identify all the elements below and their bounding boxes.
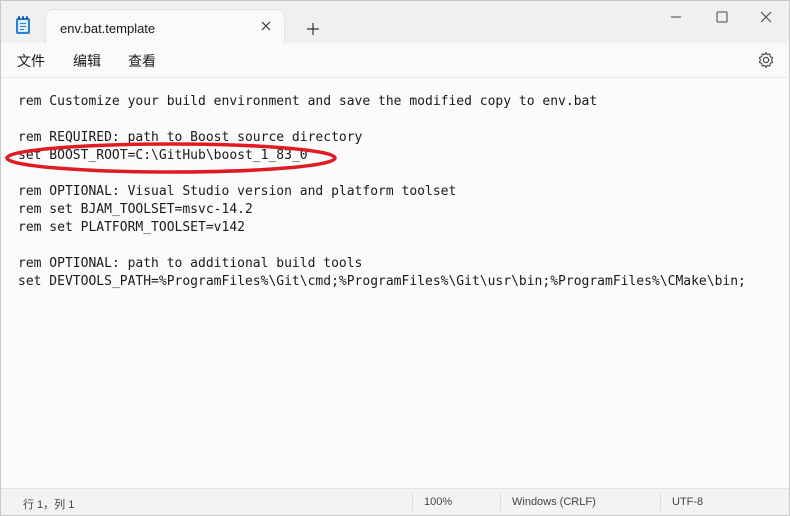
tab-env-bat-template[interactable]: env.bat.template — [45, 9, 285, 43]
editor-line: rem OPTIONAL: path to additional build t… — [18, 256, 363, 271]
editor-line: rem set PLATFORM_TOOLSET=v142 — [18, 220, 245, 235]
notepad-window: env.bat.template 文件 编辑 查看 rem Customize … — [0, 0, 790, 516]
close-icon[interactable] — [258, 18, 274, 34]
status-bar: 行 1，列 1 100% Windows (CRLF) UTF-8 — [1, 488, 789, 515]
editor-line: rem REQUIRED: path to Boost source direc… — [18, 130, 363, 145]
encoding: UTF-8 — [672, 496, 704, 508]
window-close-icon[interactable] — [743, 1, 789, 33]
editor-line: rem OPTIONAL: Visual Studio version and … — [18, 184, 457, 199]
minimize-icon[interactable] — [653, 1, 699, 33]
line-ending: Windows (CRLF) — [512, 496, 596, 508]
editor-line: rem Customize your build environment and… — [18, 94, 598, 109]
gear-icon[interactable] — [757, 51, 775, 69]
editor-line: set BOOST_ROOT=C:\GitHub\boost_1_83_0 — [18, 148, 308, 163]
title-bar: env.bat.template — [1, 1, 789, 43]
notepad-icon — [15, 15, 31, 35]
zoom-level: 100% — [424, 496, 453, 508]
menu-bar: 文件 编辑 查看 — [1, 43, 789, 77]
tab-title: env.bat.template — [60, 21, 156, 36]
status-divider — [660, 494, 661, 511]
editor-line: set DEVTOOLS_PATH=%ProgramFiles%\Git\cmd… — [18, 274, 746, 289]
text-editor[interactable]: rem Customize your build environment and… — [1, 77, 789, 488]
menu-edit[interactable]: 编辑 — [71, 51, 103, 71]
maximize-icon[interactable] — [699, 1, 745, 33]
menu-file[interactable]: 文件 — [15, 51, 47, 71]
status-divider — [412, 494, 413, 511]
menu-view[interactable]: 查看 — [126, 51, 158, 71]
status-divider — [500, 494, 501, 511]
editor-line: rem set BJAM_TOOLSET=msvc-14.2 — [18, 202, 253, 217]
cursor-position: 行 1，列 1 — [23, 499, 75, 511]
plus-icon[interactable] — [299, 15, 327, 43]
